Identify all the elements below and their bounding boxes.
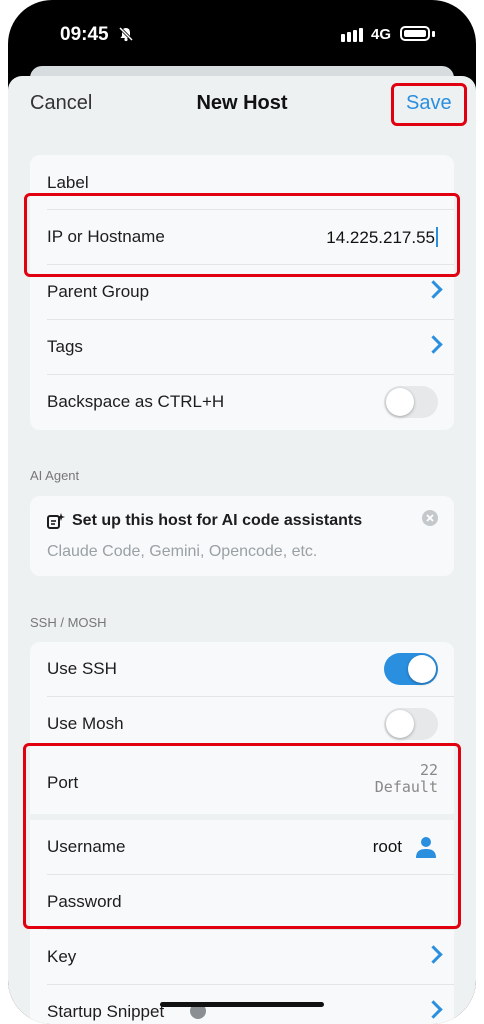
ssh-mosh-section-header: SSH / MOSH bbox=[30, 615, 107, 630]
use-mosh-label: Use Mosh bbox=[47, 714, 124, 733]
close-circle-icon[interactable] bbox=[422, 510, 438, 531]
label-field-label: Label bbox=[47, 173, 89, 192]
status-time: 09:45 bbox=[60, 24, 109, 45]
use-mosh-toggle[interactable] bbox=[384, 708, 438, 740]
toggle-knob bbox=[386, 710, 414, 738]
credentials-highlight-box bbox=[23, 743, 461, 929]
use-ssh-toggle[interactable] bbox=[384, 653, 438, 685]
save-highlight-box bbox=[391, 83, 467, 126]
chevron-right-icon bbox=[424, 280, 443, 299]
network-type: 4G bbox=[371, 26, 392, 43]
chevron-right-icon bbox=[424, 335, 443, 354]
battery-tip bbox=[432, 31, 435, 37]
parent-group-label: Parent Group bbox=[47, 282, 150, 301]
toggle-knob bbox=[408, 655, 436, 683]
startup-snippet-label: Startup Snippet bbox=[47, 1002, 165, 1021]
use-ssh-row: Use SSH bbox=[30, 642, 454, 697]
battery-icon bbox=[400, 26, 430, 41]
key-label: Key bbox=[47, 947, 77, 966]
backspace-row: Backspace as CTRL+H bbox=[30, 375, 454, 430]
backspace-toggle[interactable] bbox=[384, 386, 438, 418]
tags-label: Tags bbox=[47, 337, 83, 356]
bell-slash-icon bbox=[118, 26, 134, 47]
ai-setup-title: Set up this host for AI code assistants bbox=[72, 512, 363, 529]
toggle-knob bbox=[386, 388, 414, 416]
home-indicator bbox=[160, 1002, 324, 1007]
status-bar: 09:45 4G bbox=[8, 0, 476, 70]
chevron-right-icon bbox=[424, 945, 443, 964]
ai-setup-subtitle: Claude Code, Gemini, Opencode, etc. bbox=[47, 543, 318, 560]
chevron-right-icon bbox=[424, 1000, 443, 1019]
use-ssh-label: Use SSH bbox=[47, 659, 117, 678]
phone-frame: 09:45 4G Cancel New Host Save Label IP o… bbox=[8, 0, 476, 1024]
signal-bars-icon bbox=[341, 28, 363, 47]
tags-row[interactable]: Tags bbox=[30, 320, 454, 375]
ip-highlight-box bbox=[24, 193, 460, 277]
ai-agent-section-header: AI Agent bbox=[30, 468, 80, 483]
ai-agent-card[interactable]: Set up this host for AI code assistants … bbox=[30, 496, 454, 576]
key-row[interactable]: Key bbox=[30, 930, 454, 985]
backspace-label: Backspace as CTRL+H bbox=[47, 392, 225, 411]
ai-sparkle-icon bbox=[47, 512, 65, 535]
